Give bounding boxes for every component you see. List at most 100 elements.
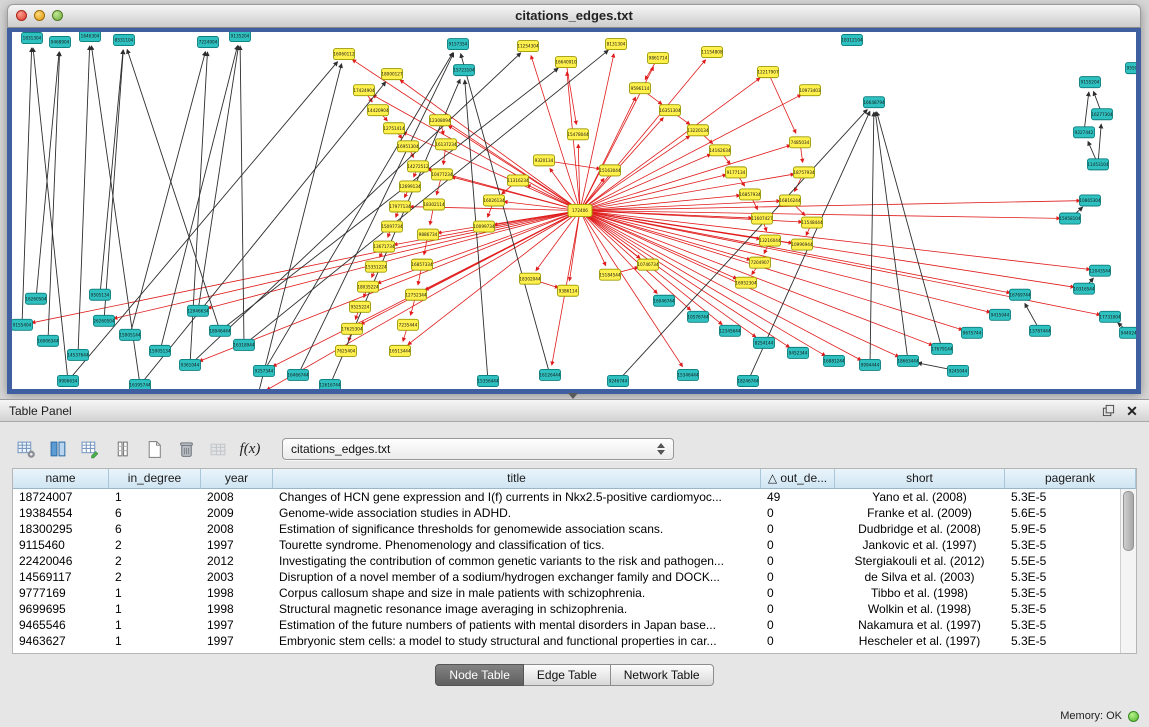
graph-node[interactable]: 18663444 xyxy=(897,355,919,366)
graph-node[interactable]: 17679144 xyxy=(931,343,953,354)
graph-node[interactable]: 7235444 xyxy=(398,319,419,330)
graph-node[interactable]: 10576744 xyxy=(687,311,709,322)
graph-node[interactable]: 9155404 xyxy=(12,319,33,330)
graph-node[interactable]: 10316544 xyxy=(1073,283,1095,294)
graph-node[interactable]: 9177134 xyxy=(726,167,747,178)
graph-node[interactable]: 16857934 xyxy=(739,189,761,200)
graph-node[interactable]: 9415044 xyxy=(990,309,1011,320)
column-header-6[interactable]: pagerank xyxy=(1005,469,1136,489)
graph-node[interactable]: 16260504 xyxy=(25,293,47,304)
table-settings-icon[interactable] xyxy=(12,436,40,462)
graph-node[interactable]: 7485034 xyxy=(790,137,811,148)
graph-node[interactable]: 16951304 xyxy=(397,141,419,152)
graph-node[interactable]: 9886734 xyxy=(418,229,439,240)
graph-node[interactable]: 15958104 xyxy=(1059,213,1081,224)
graph-node[interactable]: 9386114 xyxy=(558,285,579,296)
table-row[interactable]: 946362711997Embryonic stem cells: a mode… xyxy=(13,633,1121,649)
graph-node[interactable]: 10865304 xyxy=(1079,195,1101,206)
graph-node[interactable]: 16137234 xyxy=(435,139,457,150)
graph-node[interactable]: 14162634 xyxy=(709,145,731,156)
graph-node[interactable]: 16351304 xyxy=(659,105,681,116)
select-rows-icon[interactable] xyxy=(76,436,104,462)
graph-node[interactable]: 16277304 xyxy=(1091,109,1113,120)
table-row[interactable]: 946554611997Estimation of the future num… xyxy=(13,617,1121,633)
graph-node[interactable]: 9505134 xyxy=(90,289,111,300)
column-header-4[interactable]: △ out_de... xyxy=(761,469,835,489)
table-vertical-scrollbar[interactable] xyxy=(1120,489,1136,653)
graph-node[interactable]: 9245044 xyxy=(948,365,969,376)
graph-node[interactable]: 13787444 xyxy=(1029,325,1051,336)
graph-node[interactable]: 18946444 xyxy=(209,325,231,336)
graph-node[interactable]: 12751414 xyxy=(383,123,405,134)
graph-node[interactable]: 16046744 xyxy=(653,295,675,306)
graph-node[interactable]: 9861714 xyxy=(648,53,669,64)
graph-node[interactable]: 9361044 xyxy=(180,359,201,370)
graph-node[interactable]: 15356444 xyxy=(477,375,499,386)
import-table-icon[interactable] xyxy=(204,436,232,462)
graph-node[interactable]: 7224904 xyxy=(198,37,219,48)
graph-node[interactable]: 12043544 xyxy=(1089,265,1111,276)
graph-node[interactable]: 9596114 xyxy=(630,83,651,94)
graph-node[interactable]: 8131304 xyxy=(606,39,627,50)
tab-edge-table[interactable]: Edge Table xyxy=(524,664,611,686)
graph-node[interactable]: 12616744 xyxy=(319,379,341,389)
column-bars-icon[interactable] xyxy=(108,436,136,462)
graph-node[interactable]: 10099734 xyxy=(473,221,495,232)
function-builder-icon[interactable]: f(x) xyxy=(236,436,264,462)
graph-node[interactable]: 15351224 xyxy=(365,261,387,272)
graph-node[interactable]: 16952304 xyxy=(735,277,757,288)
graph-node[interactable]: 12699134 xyxy=(399,181,421,192)
graph-node[interactable]: 14420904 xyxy=(367,105,389,116)
graph-node[interactable]: 16881244 xyxy=(823,355,845,366)
graph-node[interactable]: 15184544 xyxy=(599,269,621,280)
table-row[interactable]: 1830029562008Estimation of significance … xyxy=(13,521,1121,537)
graph-node[interactable]: 9468904 xyxy=(50,37,71,48)
graph-node[interactable]: 11316234 xyxy=(507,175,529,186)
graph-node[interactable]: 9227442 xyxy=(1074,127,1095,138)
graph-node[interactable]: 16769744 xyxy=(1009,289,1031,300)
graph-node[interactable]: 9675744 xyxy=(962,327,983,338)
graph-node[interactable]: 10996944 xyxy=(791,239,813,250)
graph-node[interactable]: 18000127 xyxy=(381,69,403,80)
graph-node[interactable]: 13220134 xyxy=(687,125,709,136)
graph-node[interactable]: 16513444 xyxy=(389,345,411,356)
new-file-icon[interactable] xyxy=(140,436,168,462)
graph-node[interactable]: 16466744 xyxy=(287,369,309,380)
graph-node[interactable]: 14537644 xyxy=(67,349,89,360)
table-row[interactable]: 911546021997Tourette syndrome. Phenomeno… xyxy=(13,537,1121,553)
graph-node[interactable]: 9155204 xyxy=(1080,77,1101,88)
tab-node-table[interactable]: Node Table xyxy=(435,664,524,686)
graph-node[interactable]: 13216044 xyxy=(759,235,781,246)
column-header-0[interactable]: name xyxy=(13,469,109,489)
graph-node[interactable]: 15478044 xyxy=(567,129,589,140)
graph-node[interactable]: 7625404 xyxy=(336,345,357,356)
column-header-5[interactable]: short xyxy=(835,469,1005,489)
graph-node[interactable]: 18246744 xyxy=(737,375,759,386)
graph-node[interactable]: 15905144 xyxy=(119,329,141,340)
network-canvas[interactable]: 1724061831304946890416463048531104722490… xyxy=(12,32,1136,389)
graph-node[interactable]: 16906344 xyxy=(37,335,59,346)
graph-node[interactable]: 18035224 xyxy=(357,281,379,292)
graph-node[interactable]: 12752344 xyxy=(405,289,427,300)
float-panel-icon[interactable] xyxy=(1100,403,1116,419)
graph-node[interactable]: 18312104 xyxy=(841,35,863,46)
graph-node[interactable]: 17424904 xyxy=(353,85,375,96)
graph-node[interactable]: 9320134 xyxy=(534,155,555,166)
graph-node[interactable]: 9525224 xyxy=(350,301,371,312)
table-row[interactable]: 1872400712008Changes of HCN gene express… xyxy=(13,489,1121,505)
graph-node[interactable]: 9440244 xyxy=(1120,327,1137,338)
graph-node[interactable]: 11548444 xyxy=(801,217,823,228)
graph-node[interactable]: 12946634 xyxy=(187,305,209,316)
graph-node[interactable]: 1831304 xyxy=(22,33,43,44)
graph-node[interactable]: 9246744 xyxy=(608,375,629,386)
table-selector-dropdown[interactable]: citations_edges.txt xyxy=(282,438,674,460)
graph-node[interactable]: 18757934 xyxy=(793,167,815,178)
show-columns-icon[interactable] xyxy=(44,436,72,462)
graph-hub-node[interactable]: 172406 xyxy=(568,204,592,216)
graph-node[interactable]: 7204907 xyxy=(750,257,771,268)
graph-node[interactable]: 9135204 xyxy=(230,32,251,42)
graph-node[interactable]: 16857334 xyxy=(411,259,433,270)
network-window-titlebar[interactable]: citations_edges.txt xyxy=(7,4,1141,28)
graph-node[interactable]: 9994444 xyxy=(860,359,881,370)
graph-node[interactable]: 9157354 xyxy=(448,39,469,50)
